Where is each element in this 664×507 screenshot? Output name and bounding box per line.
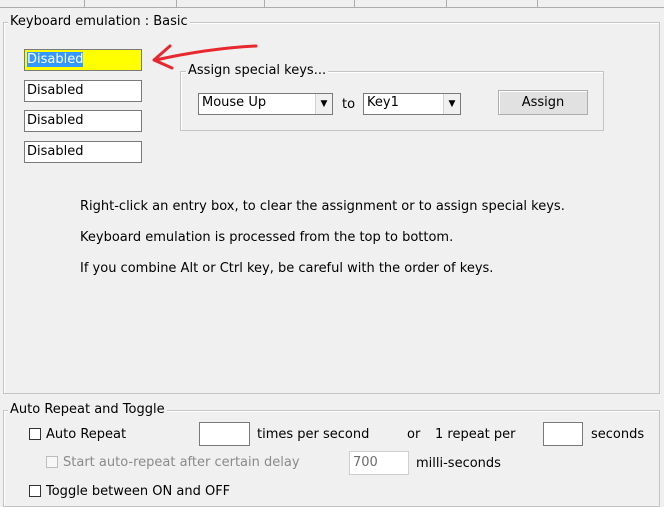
delay-ms-input[interactable]: 700 bbox=[349, 451, 409, 475]
toggle-checkbox[interactable] bbox=[29, 485, 41, 497]
repeat-seconds-input[interactable] bbox=[543, 422, 583, 446]
seconds-label: seconds bbox=[591, 427, 645, 442]
times-per-second-input[interactable] bbox=[199, 422, 250, 446]
special-key-to-select[interactable]: Key1 ▼ bbox=[363, 93, 461, 115]
info-line-1: Right-click an entry box, to clear the a… bbox=[80, 199, 565, 214]
to-label: to bbox=[342, 97, 356, 112]
special-keys-title: Assign special keys... bbox=[186, 63, 329, 78]
key-entry-1-text: Disabled bbox=[27, 52, 84, 67]
chevron-down-icon[interactable]: ▼ bbox=[443, 94, 460, 114]
special-key-from-select[interactable]: Mouse Up ▼ bbox=[198, 93, 333, 115]
key-entry-4[interactable]: Disabled bbox=[24, 141, 142, 163]
toggle-label: Toggle between ON and OFF bbox=[46, 484, 231, 499]
key-entry-1[interactable]: Disabled bbox=[24, 49, 142, 71]
key-entry-3[interactable]: Disabled bbox=[24, 110, 142, 132]
special-key-to-value: Key1 bbox=[367, 95, 399, 110]
keyboard-emulation-title: Keyboard emulation : Basic bbox=[8, 14, 190, 29]
delay-label: Start auto-repeat after certain delay bbox=[63, 455, 300, 470]
ms-label: milli-seconds bbox=[416, 456, 501, 471]
info-line-2: Keyboard emulation is processed from the… bbox=[80, 230, 454, 245]
key-entry-2[interactable]: Disabled bbox=[24, 80, 142, 102]
tab-strip bbox=[0, 0, 664, 8]
special-key-from-value: Mouse Up bbox=[202, 95, 267, 110]
chevron-down-icon[interactable]: ▼ bbox=[315, 94, 332, 114]
auto-repeat-label: Auto Repeat bbox=[46, 427, 127, 442]
one-repeat-per-label: 1 repeat per bbox=[435, 427, 516, 442]
delay-checkbox[interactable] bbox=[46, 456, 58, 468]
times-per-second-label: times per second bbox=[257, 427, 370, 442]
assign-button[interactable]: Assign bbox=[498, 90, 588, 115]
or-label: or bbox=[407, 427, 421, 442]
info-line-3: If you combine Alt or Ctrl key, be caref… bbox=[80, 261, 494, 276]
auto-repeat-checkbox[interactable] bbox=[29, 428, 41, 440]
auto-repeat-title: Auto Repeat and Toggle bbox=[8, 402, 167, 417]
